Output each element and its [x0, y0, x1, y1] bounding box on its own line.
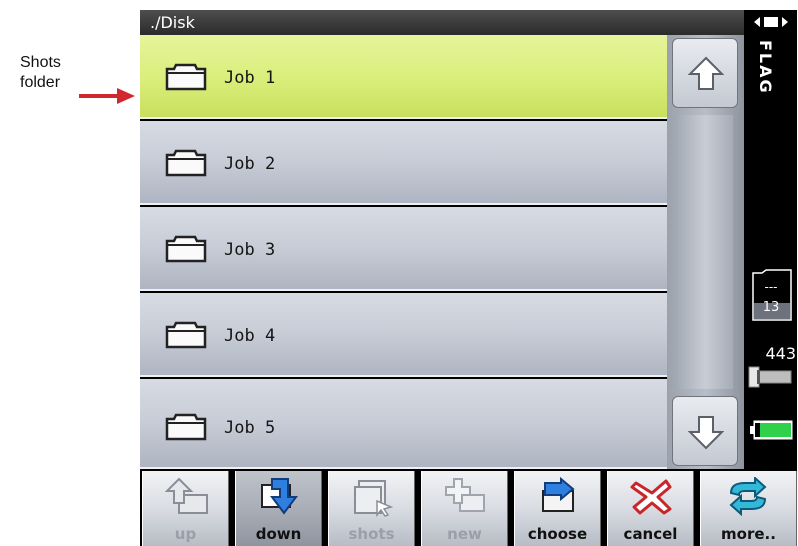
scroll-down-button[interactable]: [672, 396, 738, 466]
toolbar: up down shots new choose cancel more..: [140, 469, 797, 546]
callout-label-line1: Shots: [20, 54, 61, 71]
cancel-button[interactable]: cancel: [607, 471, 694, 546]
list-item-label: Job 4: [224, 326, 276, 346]
card-count: 13: [762, 300, 780, 315]
folder-list: Job 1 Job 2 Job 3 Job 4 Job 5: [140, 35, 667, 469]
scroll-up-button[interactable]: [672, 38, 738, 108]
cancel-icon: [630, 479, 672, 515]
arrow-up-icon: [688, 56, 724, 90]
mode-indicator-icon: [754, 17, 788, 27]
more-icon: [729, 477, 767, 517]
list-item-job-3[interactable]: Job 3: [140, 207, 667, 291]
scrollbar[interactable]: [667, 35, 744, 469]
battery-icon: [750, 420, 793, 440]
folder-icon: [165, 235, 207, 263]
folder-icon: [165, 413, 207, 441]
choose-icon: [542, 477, 575, 512]
mode-label: FLAG: [756, 40, 775, 95]
callout-label-line2: folder: [20, 74, 61, 91]
more-button-label: more..: [721, 525, 776, 543]
card-status: ---: [764, 280, 778, 294]
page: Shots folder ./Disk Job 1 Job 2 Job 3 Jo…: [0, 0, 798, 546]
path-bar: ./Disk: [140, 10, 744, 35]
shots-button-label: shots: [348, 525, 395, 543]
folder-icon: [165, 149, 207, 177]
choose-button[interactable]: choose: [514, 471, 601, 546]
new-button[interactable]: new: [421, 471, 508, 546]
down-button-label: down: [255, 525, 302, 543]
cancel-button-label: cancel: [623, 525, 678, 543]
list-item-label: Job 3: [224, 240, 276, 260]
folder-down-icon: [261, 478, 298, 515]
shots-icon: [354, 480, 394, 517]
up-button[interactable]: up: [142, 471, 229, 546]
list-item-job-4[interactable]: Job 4: [140, 293, 667, 377]
path-label: ./Disk: [150, 13, 195, 32]
down-button[interactable]: down: [235, 471, 322, 546]
callout-arrow-icon: [79, 88, 135, 104]
choose-button-label: choose: [527, 525, 588, 543]
list-item-job-1[interactable]: Job 1: [140, 35, 667, 119]
shots-button[interactable]: shots: [328, 471, 415, 546]
callout-label: Shots folder: [20, 53, 61, 93]
list-item-job-2[interactable]: Job 2: [140, 121, 667, 205]
new-button-label: new: [447, 525, 482, 543]
lens-icon: [748, 366, 792, 388]
new-folder-icon: [445, 478, 485, 512]
status-column: FLAG --- 13 443: [744, 10, 797, 469]
list-item-label: Job 2: [224, 154, 276, 174]
list-item-label: Job 1: [224, 68, 276, 88]
scrollbar-track[interactable]: [678, 115, 733, 389]
folder-icon: [165, 63, 207, 91]
list-item-label: Job 5: [224, 418, 276, 438]
up-button-label: up: [174, 525, 197, 543]
shots-remaining: 443: [765, 344, 796, 363]
list-item-job-5[interactable]: Job 5: [140, 379, 667, 469]
folder-up-icon: [165, 477, 208, 514]
arrow-down-icon: [688, 416, 724, 450]
folder-icon: [165, 321, 207, 349]
device-screen: ./Disk Job 1 Job 2 Job 3 Job 4 Job 5 FLA…: [140, 10, 797, 546]
more-button[interactable]: more..: [700, 471, 797, 546]
